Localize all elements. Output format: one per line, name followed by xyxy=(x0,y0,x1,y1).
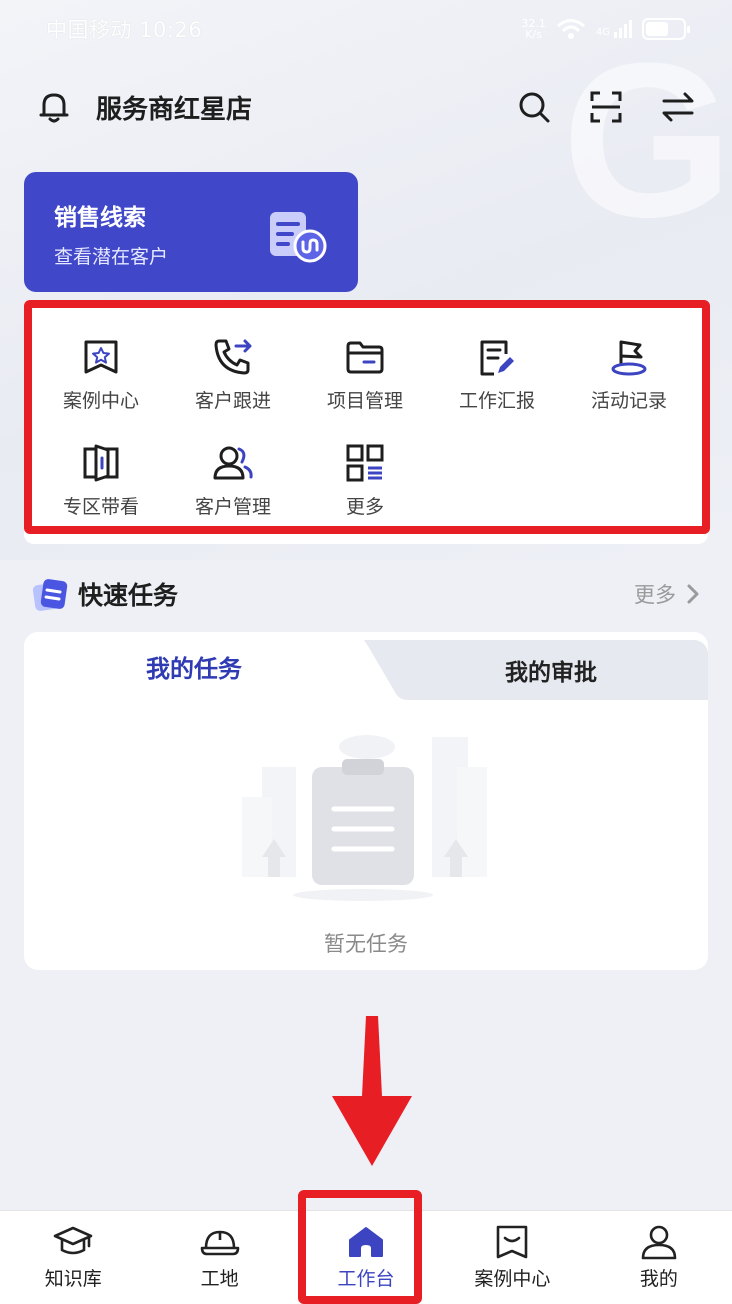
empty-tasks-text: 暂无任务 xyxy=(324,932,408,956)
carrier-time: 中国移动 10:26 xyxy=(46,18,203,42)
quick-tasks-title: 快速任务 xyxy=(78,581,179,610)
cell-signal-icon: 4G xyxy=(596,20,632,38)
annotation-highlight-workbench xyxy=(298,1190,422,1304)
header-actions xyxy=(516,89,696,125)
task-list-icon xyxy=(32,579,68,611)
nav-construction-site[interactable]: 工地 xyxy=(146,1211,292,1304)
empty-clipboard-illustration xyxy=(242,735,487,901)
leads-document-icon xyxy=(270,212,327,263)
nav-knowledge-base[interactable]: 知识库 xyxy=(0,1211,146,1304)
scan-icon[interactable] xyxy=(588,89,624,125)
wifi-icon xyxy=(556,19,585,39)
search-icon[interactable] xyxy=(516,89,552,125)
battery-icon xyxy=(642,18,690,40)
user-icon xyxy=(641,1225,677,1260)
network-speed: 32.1 K/s xyxy=(521,17,546,41)
annotation-highlight-grid xyxy=(24,300,710,534)
graduation-cap-icon xyxy=(53,1226,93,1255)
tab-my-approvals[interactable]: 我的审批 xyxy=(394,640,708,700)
store-title: 服务商红星店 xyxy=(96,94,253,125)
nav-mine[interactable]: 我的 xyxy=(586,1211,732,1304)
app-header: 服务商红星店 xyxy=(0,78,732,136)
annotation-arrow-icon xyxy=(332,1016,412,1166)
quick-tasks-more-link[interactable]: 更多 xyxy=(634,579,700,609)
hard-hat-icon xyxy=(200,1230,239,1256)
chevron-right-icon xyxy=(687,584,699,604)
case-message-icon xyxy=(497,1225,528,1259)
quick-tasks-header: 快速任务 更多 xyxy=(32,572,700,616)
nav-case-center[interactable]: 案例中心 xyxy=(439,1211,585,1304)
brand-watermark: G xyxy=(562,17,732,263)
task-card: 我的任务 我的审批 暂无任务 xyxy=(24,632,708,970)
tab-my-tasks[interactable]: 我的任务 xyxy=(24,632,364,700)
sales-leads-card[interactable]: 销售线索 查看潜在客户 xyxy=(24,172,358,292)
bell-icon[interactable] xyxy=(36,89,72,125)
status-indicators: 32.1 K/s 4G xyxy=(521,17,690,41)
status-bar: 中国移动 10:26 32.1 K/s 4G xyxy=(0,0,732,58)
switch-icon[interactable] xyxy=(660,89,696,125)
